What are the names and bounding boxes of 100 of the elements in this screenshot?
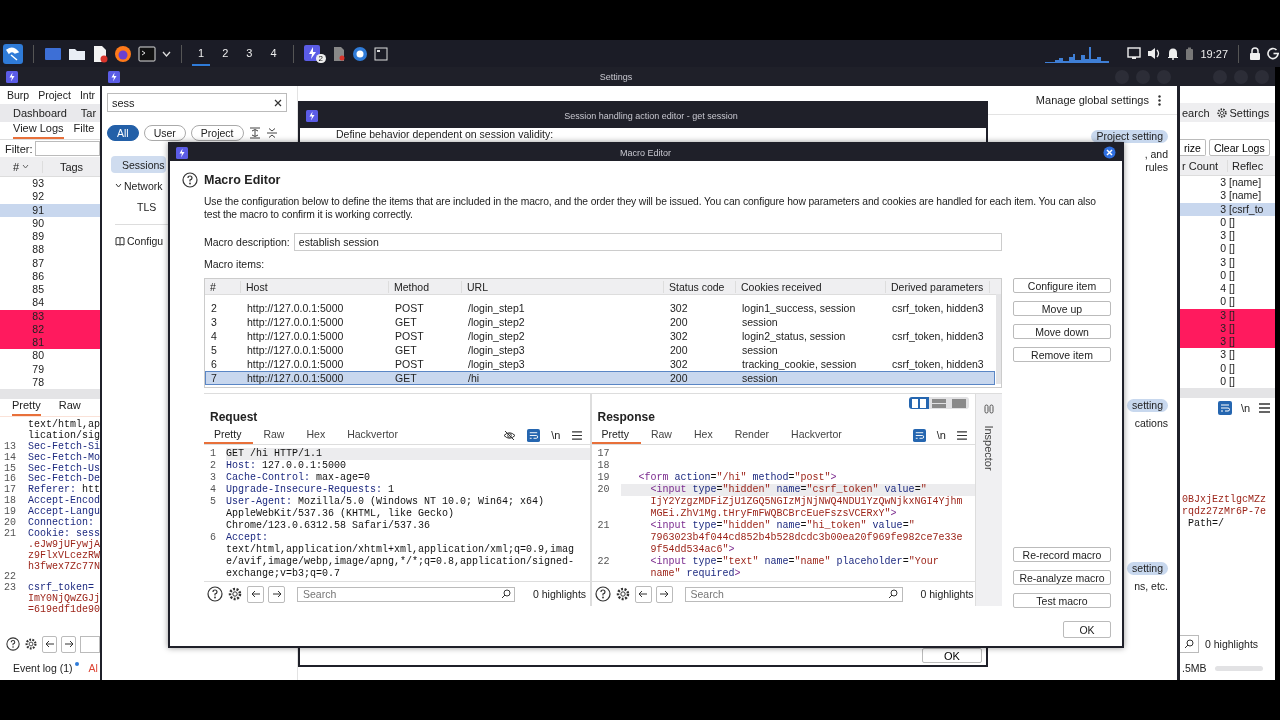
table-row[interactable]: 6 http://127.0.0.1:5000 POST /login_step3 302 tracking_cookie, session csrf_token, hidden3	[205, 357, 995, 371]
tab[interactable]: Hex	[683, 426, 725, 444]
caret-icon[interactable]	[162, 50, 171, 57]
item-action-button[interactable]: Move down	[1013, 324, 1111, 339]
clock[interactable]: 19:27	[1200, 47, 1228, 60]
settings-button[interactable]: Settings	[1215, 106, 1270, 119]
horizontal-scrollbar[interactable]	[1180, 388, 1275, 398]
forward-button[interactable]	[655, 585, 673, 603]
table-row[interactable]: 79	[0, 362, 100, 376]
menu-icon[interactable]	[957, 430, 967, 440]
wrap-icon[interactable]	[912, 428, 926, 442]
launcher-icon[interactable]	[3, 43, 23, 64]
table-row[interactable]: 83	[0, 309, 100, 323]
speaker-icon[interactable]	[1147, 47, 1162, 60]
wrap-icon[interactable]	[1218, 401, 1232, 415]
table-row[interactable]: 7 http://127.0.0.1:5000 GET /hi 200 session	[205, 371, 995, 385]
tab[interactable]: Tar	[80, 107, 97, 119]
column-header[interactable]: Tags	[43, 160, 100, 173]
newline-toggle[interactable]: \n	[1241, 402, 1251, 414]
terminal-icon[interactable]	[138, 45, 156, 62]
table-row[interactable]: 81	[0, 336, 100, 350]
help-icon[interactable]	[207, 586, 223, 602]
table-row[interactable]: 0 []	[1180, 374, 1275, 388]
tab[interactable]: Render	[724, 426, 782, 444]
tab[interactable]: Pretty	[12, 399, 41, 416]
layout-toggle[interactable]	[949, 397, 969, 409]
layout-toggle[interactable]	[929, 397, 949, 409]
table-row[interactable]: 2 http://127.0.0.1:5000 POST /login_step1 302 login1_success, session csrf_token, hidden3	[205, 301, 995, 315]
workspace-button[interactable]: 3	[240, 41, 259, 66]
inspector-panel[interactable]: Inspector	[975, 394, 1002, 606]
nav-item[interactable]: Sessions	[111, 156, 166, 173]
item-action-button[interactable]: Move up	[1013, 301, 1111, 316]
table-row[interactable]: 93	[0, 177, 100, 191]
table-row[interactable]: 3 []	[1180, 255, 1275, 269]
table-row[interactable]: 92	[0, 190, 100, 204]
tab[interactable]: Raw	[253, 426, 297, 444]
tab[interactable]: Raw	[640, 426, 684, 444]
tab[interactable]: Hex	[296, 426, 338, 444]
window-icon[interactable]	[373, 46, 388, 61]
menu-icon[interactable]	[571, 430, 582, 440]
toolbar-button[interactable]: rize	[1180, 139, 1206, 156]
menu-item[interactable]: Burp	[7, 89, 30, 101]
workspace-button[interactable]: 4	[264, 41, 283, 66]
column-header[interactable]: Status code	[664, 280, 736, 293]
table-row[interactable]: 3 [csrf_to	[1180, 202, 1275, 216]
bell-icon[interactable]	[1167, 47, 1180, 60]
power-icon[interactable]	[1267, 47, 1280, 60]
help-icon[interactable]	[182, 172, 198, 188]
table-row[interactable]: 3 []	[1180, 348, 1275, 362]
tab[interactable]: Pretty	[591, 426, 641, 444]
help-icon[interactable]	[6, 636, 21, 652]
scope-filter[interactable]: All	[107, 125, 139, 141]
tab[interactable]: Dashboard	[13, 107, 67, 119]
desktop-icon[interactable]	[44, 45, 62, 62]
close-icon[interactable]	[1103, 146, 1116, 159]
table-row[interactable]: 3 [name]	[1180, 189, 1275, 203]
table-row[interactable]: 4 http://127.0.0.1:5000 POST /login_step2 302 login2_status, session csrf_token, hidden3	[205, 329, 995, 343]
settings-icon[interactable]	[227, 586, 243, 602]
newline-toggle[interactable]: \n	[936, 429, 946, 441]
browser-icon[interactable]	[114, 44, 132, 63]
table-row[interactable]: 3 []	[1180, 308, 1275, 322]
back-button[interactable]	[42, 635, 58, 653]
table-row[interactable]: 85	[0, 283, 100, 297]
table-row[interactable]: 78	[0, 375, 100, 389]
workspace-button[interactable]: 1	[192, 41, 211, 66]
settings-icon[interactable]	[24, 636, 39, 652]
ok-button[interactable]: OK	[1063, 621, 1111, 638]
table-row[interactable]: 0 []	[1180, 295, 1275, 309]
battery-icon[interactable]	[1185, 46, 1195, 61]
macro-action-button[interactable]: Test macro	[1013, 593, 1111, 608]
vertical-scrollbar[interactable]	[996, 294, 1001, 384]
table-row[interactable]: 0 []	[1180, 242, 1275, 256]
nav-item[interactable]: Network	[111, 177, 163, 194]
configure-link[interactable]: Configu	[127, 235, 164, 247]
tab[interactable]: Hackvertor	[337, 426, 410, 444]
table-row[interactable]: 91	[0, 203, 100, 217]
scope-filter[interactable]: User	[143, 125, 186, 141]
menu-item[interactable]: Intr	[79, 89, 96, 101]
tab[interactable]: Filte	[73, 122, 95, 139]
table-row[interactable]: 89	[0, 230, 100, 244]
app-icon[interactable]	[303, 44, 322, 63]
item-action-button[interactable]: Configure item	[1013, 278, 1111, 293]
monitor-icon[interactable]	[1127, 47, 1142, 60]
layout-toggle[interactable]	[909, 397, 929, 409]
alerts-tab[interactable]: Al	[88, 662, 98, 674]
table-row[interactable]: 88	[0, 243, 100, 257]
table-row[interactable]: 3 []	[1180, 335, 1275, 349]
column-header[interactable]: Reflec	[1228, 159, 1264, 172]
column-header[interactable]: Cookies received	[736, 280, 886, 293]
event-log-tab[interactable]: Event log (1)	[13, 662, 73, 674]
more-icon[interactable]	[1158, 94, 1161, 106]
filter-field[interactable]	[34, 141, 100, 156]
table-row[interactable]: 90	[0, 216, 100, 230]
column-header[interactable]: #	[0, 160, 43, 173]
ok-button[interactable]: OK	[922, 648, 982, 663]
hide-icon[interactable]	[503, 429, 517, 441]
manage-global-settings-link[interactable]: Manage global settings	[1035, 94, 1149, 106]
scope-filter[interactable]: Project	[190, 125, 244, 141]
column-header[interactable]: Derived parameters	[886, 280, 990, 293]
table-row[interactable]: 0 []	[1180, 215, 1275, 229]
